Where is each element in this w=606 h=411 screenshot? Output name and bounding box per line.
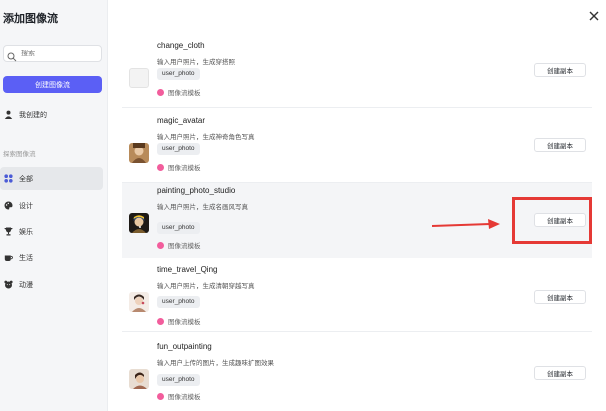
- card-description: 输入用户照片，生成神奇角色写真: [157, 134, 255, 141]
- grid-icon: [4, 174, 13, 183]
- card-description: 输入用户照片，生成穿搭照: [157, 59, 235, 66]
- source-dot-icon: [157, 241, 164, 249]
- create-image-flow-button[interactable]: 创建图像流: [3, 76, 102, 93]
- annotation-highlight-box: [512, 197, 592, 244]
- card-thumbnail: [129, 68, 149, 88]
- card-name: magic_avatar: [157, 116, 206, 125]
- card-name: fun_outpainting: [157, 342, 212, 351]
- dialog-title: 添加图像流: [3, 13, 58, 25]
- card-name: painting_photo_studio: [157, 186, 236, 195]
- card-name: change_cloth: [157, 41, 205, 50]
- card-thumbnail: [129, 292, 149, 312]
- card-source: 图像流模板: [157, 87, 201, 97]
- card-description: 输入用户照片，生成清朝穿越写真: [157, 283, 255, 290]
- card-name: time_travel_Qing: [157, 265, 218, 274]
- source-dot-icon: [157, 163, 164, 171]
- sidebar-item-anime[interactable]: 动漫: [0, 273, 103, 296]
- close-icon[interactable]: [588, 11, 600, 23]
- card-source-label: 图像流模板: [168, 165, 201, 172]
- card-tag: user_photo: [157, 374, 200, 386]
- sidebar-item-mine[interactable]: 我创建的: [0, 103, 103, 126]
- card-description: 输入用户上传的图片，生成趣味扩图效果: [157, 360, 274, 367]
- search-input[interactable]: [21, 50, 101, 57]
- card-source-label: 图像流模板: [168, 243, 201, 250]
- user-icon: [4, 110, 13, 119]
- card-description: 输入用户照片，生成名画风写真: [157, 204, 248, 211]
- sidebar-item-entertainment[interactable]: 娱乐: [0, 220, 103, 243]
- image-flow-card: change_cloth 输入用户照片，生成穿搭照 user_photo 图像流…: [122, 38, 592, 108]
- image-flow-card: time_travel_Qing 输入用户照片，生成清朝穿越写真 user_ph…: [122, 262, 592, 332]
- sidebar: 添加图像流 创建图像流 我创建的 探索图像流 全部 设计 娱乐: [0, 0, 108, 411]
- card-source-label: 图像流模板: [168, 319, 201, 326]
- card-tag: user_photo: [157, 296, 200, 308]
- create-copy-button[interactable]: 创建副本: [534, 366, 586, 380]
- card-source-label: 图像流模板: [168, 90, 201, 97]
- card-source-label: 图像流模板: [168, 394, 201, 401]
- image-flow-card: fun_outpainting 输入用户上传的图片，生成趣味扩图效果 user_…: [122, 339, 592, 409]
- cup-icon: [4, 253, 13, 262]
- card-tag: user_photo: [157, 143, 200, 155]
- image-flow-card: magic_avatar 输入用户照片，生成神奇角色写真 user_photo …: [122, 113, 592, 183]
- card-tag: user_photo: [157, 68, 200, 80]
- bear-icon: [4, 280, 13, 289]
- sidebar-item-entertainment-label: 娱乐: [19, 228, 33, 236]
- card-source: 图像流模板: [157, 240, 201, 250]
- card-source: 图像流模板: [157, 162, 201, 172]
- create-copy-button[interactable]: 创建副本: [534, 138, 586, 152]
- sidebar-item-design-label: 设计: [19, 202, 33, 210]
- card-source: 图像流模板: [157, 391, 201, 401]
- palette-icon: [4, 201, 13, 210]
- explore-section-label: 探索图像流: [3, 151, 36, 158]
- sidebar-item-life-label: 生活: [19, 254, 33, 262]
- sidebar-item-all[interactable]: 全部: [0, 167, 103, 190]
- sidebar-item-anime-label: 动漫: [19, 281, 33, 289]
- trophy-icon: [4, 227, 13, 236]
- card-thumbnail: [129, 143, 149, 163]
- card-thumbnail: [129, 213, 149, 233]
- sidebar-item-life[interactable]: 生活: [0, 246, 103, 269]
- source-dot-icon: [157, 392, 164, 400]
- source-dot-icon: [157, 88, 164, 96]
- sidebar-item-all-label: 全部: [19, 175, 33, 183]
- sidebar-item-mine-label: 我创建的: [19, 111, 47, 119]
- sidebar-item-design[interactable]: 设计: [0, 194, 103, 217]
- source-dot-icon: [157, 317, 164, 325]
- create-copy-button[interactable]: 创建副本: [534, 290, 586, 304]
- card-tag: user_photo: [157, 222, 200, 234]
- card-source: 图像流模板: [157, 316, 201, 326]
- card-thumbnail: [129, 369, 149, 389]
- annotation-arrow-icon: [432, 219, 500, 229]
- search-box[interactable]: [3, 45, 102, 62]
- search-icon: [7, 49, 17, 61]
- create-copy-button[interactable]: 创建副本: [534, 63, 586, 77]
